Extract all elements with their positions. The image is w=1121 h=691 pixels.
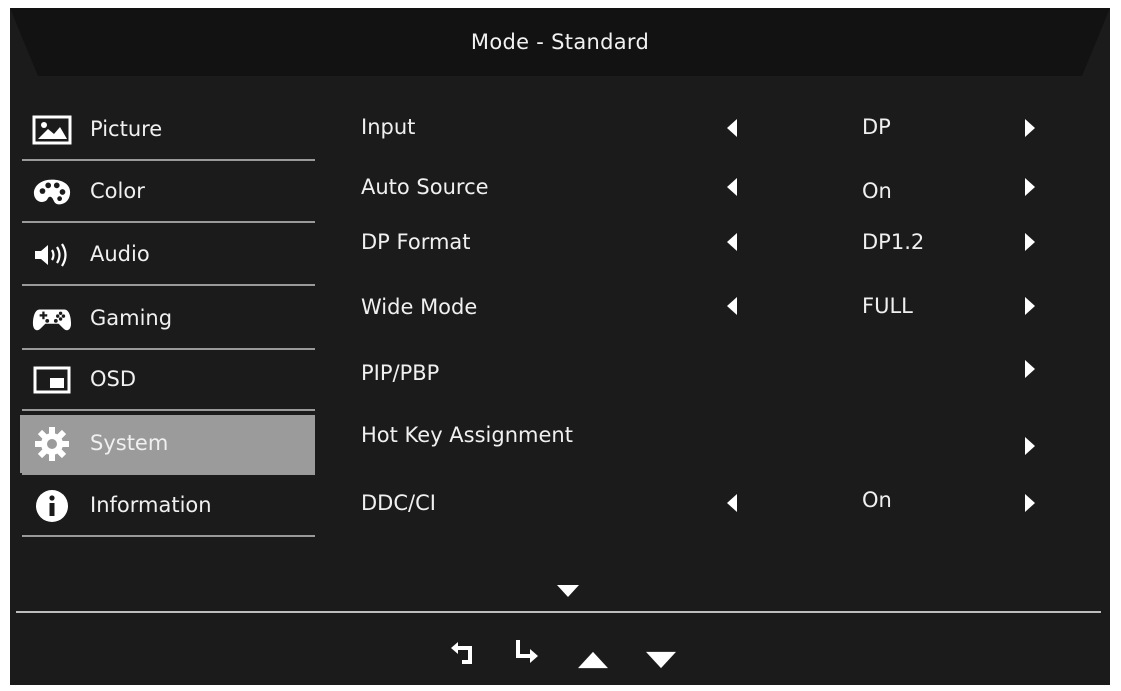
divider	[22, 221, 315, 223]
setting-label: DP Format	[361, 230, 471, 254]
setting-label: Input	[361, 115, 416, 139]
right-arrow-icon[interactable]	[1023, 360, 1037, 378]
setting-label: DDC/CI	[361, 491, 436, 515]
divider	[22, 473, 315, 475]
info-icon	[32, 490, 72, 522]
divider	[22, 159, 315, 161]
sidebar-item-gaming[interactable]: Gaming	[22, 290, 315, 350]
sidebar-item-label: Information	[90, 493, 212, 517]
sidebar-item-label: Audio	[90, 242, 150, 266]
left-arrow-icon[interactable]	[725, 178, 739, 196]
scroll-down-indicator-icon[interactable]	[557, 585, 579, 597]
setting-value: FULL	[862, 294, 913, 318]
right-arrow-icon[interactable]	[1023, 233, 1037, 251]
palette-icon	[32, 176, 72, 208]
setting-value: DP	[862, 115, 891, 139]
divider	[22, 348, 315, 350]
speaker-icon	[32, 239, 72, 271]
left-arrow-icon[interactable]	[725, 297, 739, 315]
sidebar-item-audio[interactable]: Audio	[22, 226, 315, 286]
setting-value: DP1.2	[862, 230, 925, 254]
setting-row-hot-key-assignment[interactable]: Hot Key Assignment	[361, 415, 1061, 455]
gamepad-icon	[32, 303, 72, 335]
setting-label: PIP/PBP	[361, 361, 440, 385]
navigation-bar	[10, 638, 1110, 669]
sidebar-item-picture[interactable]: Picture	[22, 101, 315, 161]
osd-menu: Mode - Standard Picture Color Audio Gami…	[10, 8, 1110, 685]
setting-row-wide-mode[interactable]: Wide Mode FULL	[361, 287, 1061, 327]
sidebar-item-color[interactable]: Color	[22, 163, 315, 223]
gear-icon	[32, 427, 72, 461]
page-title: Mode - Standard	[470, 30, 650, 54]
right-arrow-icon[interactable]	[1023, 119, 1037, 137]
setting-label: Wide Mode	[361, 295, 478, 319]
right-arrow-icon[interactable]	[1023, 297, 1037, 315]
sidebar-item-label: Picture	[90, 117, 163, 141]
enter-arrow-icon[interactable]	[512, 638, 542, 666]
left-arrow-icon[interactable]	[725, 233, 739, 251]
up-triangle-icon[interactable]	[578, 646, 608, 674]
sidebar-item-label: System	[90, 431, 169, 455]
setting-row-ddc-ci[interactable]: DDC/CI On	[361, 483, 1061, 523]
setting-row-dp-format[interactable]: DP Format DP1.2	[361, 222, 1061, 262]
setting-value: On	[862, 488, 892, 512]
divider	[16, 611, 1101, 613]
setting-row-input[interactable]: Input DP	[361, 107, 1061, 147]
back-arrow-icon[interactable]	[448, 638, 478, 666]
sidebar-item-information[interactable]: Information	[22, 477, 315, 537]
title-bar: Mode - Standard	[10, 8, 1110, 76]
osd-window-icon	[32, 364, 72, 396]
sidebar-item-label: Color	[90, 179, 145, 203]
setting-row-auto-source[interactable]: Auto Source On	[361, 167, 1061, 207]
divider	[22, 284, 315, 286]
left-arrow-icon[interactable]	[725, 119, 739, 137]
right-arrow-icon[interactable]	[1023, 178, 1037, 196]
divider	[22, 409, 315, 411]
setting-label: Auto Source	[361, 175, 489, 199]
sidebar-item-label: Gaming	[90, 306, 173, 330]
sidebar-item-system[interactable]: System	[20, 415, 315, 475]
right-arrow-icon[interactable]	[1023, 494, 1037, 512]
left-arrow-icon[interactable]	[725, 494, 739, 512]
down-triangle-icon[interactable]	[646, 646, 676, 674]
picture-icon	[32, 114, 72, 146]
sidebar-item-osd[interactable]: OSD	[22, 351, 315, 411]
setting-value: On	[862, 179, 892, 203]
sidebar-item-label: OSD	[90, 367, 137, 391]
setting-label: Hot Key Assignment	[361, 423, 573, 447]
right-arrow-icon[interactable]	[1023, 437, 1037, 455]
divider	[22, 535, 315, 537]
setting-row-pip-pbp[interactable]: PIP/PBP	[361, 353, 1061, 393]
